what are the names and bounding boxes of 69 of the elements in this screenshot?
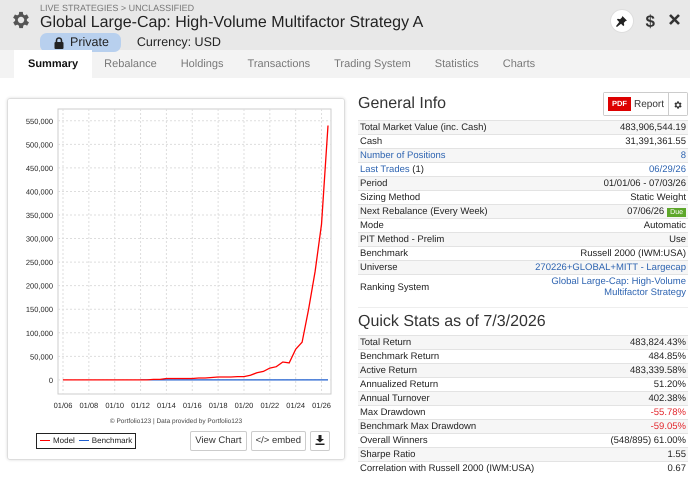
info-value: Russell 2000 (IWM:USA)	[580, 248, 686, 259]
info-label: Sizing Method	[360, 192, 420, 203]
tab[interactable]: Transactions	[236, 50, 322, 78]
dollar-button[interactable]: $	[642, 9, 659, 34]
stat-value: 1.55	[668, 449, 686, 460]
info-label: Ranking System	[360, 282, 430, 292]
count-label: (1)	[412, 164, 424, 175]
info-value: 07/06/26	[627, 206, 664, 216]
stat-label: Benchmark Max Drawdown	[360, 421, 476, 432]
info-label: Next Rebalance (Every Week)	[360, 206, 488, 217]
info-label: Period	[360, 178, 388, 189]
info-value: Use	[669, 234, 686, 245]
stat-value: 402.38%	[648, 393, 686, 404]
page-title: Global Large-Cap: High-Volume Multifactor Strategy A	[40, 13, 424, 33]
info-label: Benchmark	[360, 248, 408, 259]
legend-item: Model	[40, 434, 75, 447]
stat-label: Total Return	[360, 337, 412, 348]
download-button[interactable]	[310, 430, 330, 451]
stat-label: Benchmark Return	[360, 351, 440, 362]
info-value: 01/01/06 - 07/03/26	[604, 178, 686, 189]
tab[interactable]: Holdings	[168, 50, 236, 78]
info-value: 483,906,544.19	[620, 122, 686, 133]
stat-label: Active Return	[360, 365, 418, 376]
chart-button[interactable]: View Chart	[190, 430, 247, 451]
tab[interactable]: Statistics	[422, 50, 491, 78]
close-icon	[669, 14, 680, 25]
info-label: Total Market Value (inc. Cash)	[360, 122, 487, 133]
stat-label: Correlation with Russell 2000 (IWM:USA)	[360, 463, 534, 474]
stat-label: Overall Winners	[360, 435, 428, 446]
stat-value: -55.78%	[650, 407, 686, 418]
info-label: PIT Method - Prelim	[360, 234, 444, 245]
stat-value: 51.20%	[654, 379, 686, 390]
section-title: General Info	[358, 94, 446, 114]
section-title: Quick Stats as of 7/3/2026	[358, 307, 688, 332]
info-label: Mode	[360, 220, 384, 231]
pin-button[interactable]	[610, 9, 634, 33]
currency-label: Currency: USD	[136, 34, 221, 52]
lock-icon	[54, 36, 64, 48]
stat-value: 0.67	[668, 463, 686, 474]
stat-label: Sharpe Ratio	[360, 449, 416, 460]
stat-value: 483,339.58%	[630, 365, 686, 376]
info-link[interactable]: Global Large-Cap: High-Volume Multifactor Strategy	[531, 275, 686, 299]
download-icon	[315, 434, 325, 446]
settings-icon[interactable]	[10, 9, 32, 31]
tab[interactable]: Trading System	[322, 50, 423, 78]
breadcrumb[interactable]: LIVE STRATEGIES > UNCLASSIFIED	[40, 3, 610, 13]
stat-label: Max Drawdown	[360, 407, 426, 418]
info-value: 31,391,361.55	[625, 136, 686, 147]
tab[interactable]: Summary	[14, 50, 92, 78]
info-value: Automatic	[644, 220, 686, 231]
legend-item: Benchmark	[78, 434, 132, 447]
stat-label: Annual Turnover	[360, 393, 430, 404]
info-label: Cash	[360, 136, 382, 147]
tab[interactable]: Rebalance	[92, 50, 169, 78]
info-link[interactable]: Last Trades	[360, 164, 410, 175]
tab[interactable]: Charts	[490, 50, 548, 78]
info-label: Universe	[360, 262, 398, 273]
private-button[interactable]: Private	[40, 33, 121, 52]
chart-button[interactable]: </> embed	[250, 430, 306, 451]
info-link[interactable]: 06/29/26	[649, 164, 686, 175]
settings-button[interactable]	[668, 93, 687, 115]
pin-icon	[616, 16, 628, 26]
stat-value: 483,824.43%	[630, 337, 686, 348]
info-link[interactable]: 8	[680, 150, 686, 161]
stat-value: -59.05%	[650, 421, 686, 432]
stat-value: (548/895) 61.00%	[610, 435, 686, 446]
info-value: Static Weight	[630, 192, 686, 203]
stat-value: 484.85%	[648, 351, 686, 362]
stat-label: Annualized Return	[360, 379, 438, 390]
